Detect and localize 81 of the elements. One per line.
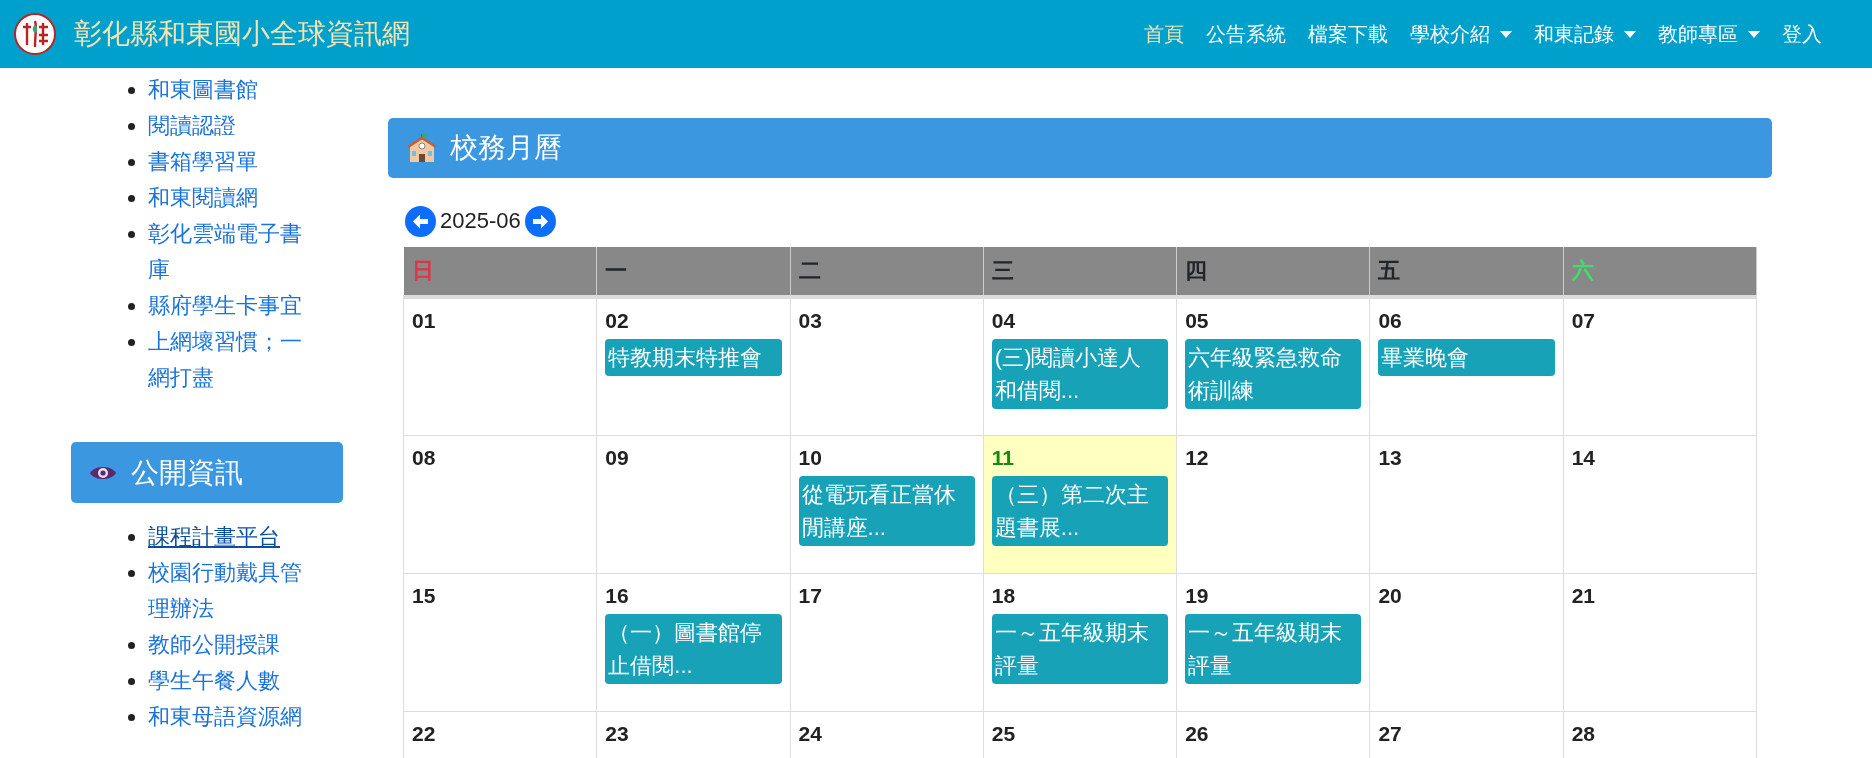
day-number: 25 <box>991 721 1017 746</box>
event-label[interactable]: （一）圖書館停止借閱... <box>605 613 782 684</box>
sidebar-link[interactable]: 縣府學生卡事宜 <box>148 288 320 324</box>
sidebar-link[interactable]: 彰化雲端電子書庫 <box>148 216 320 288</box>
bullet-icon <box>128 339 135 346</box>
day-number: 18 <box>991 583 1017 608</box>
nav-link[interactable]: 教師專區 <box>1658 20 1760 48</box>
weekday-label: 一 <box>605 258 628 283</box>
nav-link[interactable]: 和東記錄 <box>1534 20 1636 48</box>
day-number: 16 <box>605 583 630 608</box>
day-number: 03 <box>798 309 823 333</box>
day-number: 27 <box>1378 721 1403 746</box>
weekday-label: 四 <box>1185 258 1208 283</box>
event-label[interactable]: 特教期末特推會 <box>605 339 782 376</box>
day-number: 09 <box>605 445 630 470</box>
sidebar-link[interactable]: 和東圖書館 <box>148 72 320 108</box>
day-number: 21 <box>1571 583 1597 608</box>
day-number: 14 <box>1571 445 1597 470</box>
section-title: 公開資訊 <box>131 455 243 490</box>
bullet-icon <box>128 195 135 202</box>
sidebar-link[interactable]: 閱讀認證 <box>148 108 320 144</box>
nav-link[interactable]: 檔案下載 <box>1308 20 1388 48</box>
bullet-icon <box>128 714 135 721</box>
bullet-icon <box>128 570 135 577</box>
event-label[interactable]: (三)閱讀小達人和借閱... <box>991 339 1169 409</box>
day-number: 15 <box>412 583 437 608</box>
event-label[interactable]: （三）第二次主題書展... <box>991 475 1169 546</box>
day-number: 01 <box>412 309 437 333</box>
weekday-label: 日 <box>411 258 434 283</box>
event-label[interactable]: 一～五年級期末評量 <box>991 613 1169 684</box>
sidebar-link[interactable]: 和東母語資源網 <box>148 699 320 735</box>
sidebar-link[interactable]: 上網壞習慣；一網打盡 <box>148 324 320 396</box>
day-number: 22 <box>412 721 437 746</box>
bullet-icon <box>128 678 135 685</box>
day-number: 19 <box>1185 583 1210 608</box>
bullet-icon <box>128 87 135 94</box>
nav-link[interactable]: 登入 <box>1782 20 1822 48</box>
weekday-label: 三 <box>991 258 1014 283</box>
day-number: 20 <box>1378 583 1403 608</box>
school-logo <box>14 13 56 55</box>
bullet-icon <box>128 534 135 541</box>
day-number: 04 <box>991 309 1017 333</box>
bullet-icon <box>128 303 135 310</box>
sidebar-link[interactable]: 和東閱讀網 <box>148 180 320 216</box>
bullet-icon <box>128 159 135 166</box>
day-number: 13 <box>1378 445 1403 470</box>
event-label[interactable]: 六年級緊急救命術訓練 <box>1185 339 1362 409</box>
sidebar-link[interactable]: 校園行動戴具管理辦法 <box>148 555 320 627</box>
sidebar-link[interactable]: 教師公開授課 <box>148 627 320 663</box>
day-number: 28 <box>1571 721 1597 746</box>
day-number: 06 <box>1378 309 1403 333</box>
day-number: 10 <box>798 445 823 470</box>
event-label[interactable]: 從電玩看正當休閒講座... <box>798 475 975 546</box>
month-label: 2025-06 <box>440 208 521 234</box>
sidebar-link[interactable]: 書箱學習單 <box>148 144 320 180</box>
nav-link[interactable]: 學校介紹 <box>1410 20 1512 48</box>
day-number: 17 <box>798 583 823 608</box>
sidebar-link[interactable]: 課程計畫平台 <box>148 519 320 555</box>
day-number: 26 <box>1185 721 1210 746</box>
day-number: 05 <box>1185 309 1210 333</box>
day-number: 12 <box>1185 445 1210 470</box>
event-label[interactable]: 畢業晚會 <box>1378 339 1555 376</box>
school-building-icon <box>406 132 438 164</box>
weekday-label: 六 <box>1571 258 1594 283</box>
day-number: 24 <box>798 721 823 746</box>
nav-link[interactable]: 首頁 <box>1144 20 1184 48</box>
day-number: 11 <box>991 445 1016 470</box>
day-number: 08 <box>412 445 437 470</box>
day-number: 07 <box>1571 309 1597 333</box>
event-label[interactable]: 一～五年級期末評量 <box>1185 613 1362 684</box>
day-number: 23 <box>605 721 630 746</box>
nav-link[interactable]: 公告系統 <box>1206 20 1286 48</box>
bullet-icon <box>128 231 135 238</box>
site-title[interactable]: 彰化縣和東國小全球資訊網 <box>74 15 410 53</box>
weekday-label: 二 <box>798 258 821 283</box>
weekday-label: 五 <box>1378 258 1401 283</box>
bullet-icon <box>128 642 135 649</box>
section-title: 校務月曆 <box>450 131 562 165</box>
bullet-icon <box>128 123 135 130</box>
sidebar-link[interactable]: 學生午餐人數 <box>148 663 320 699</box>
day-number: 02 <box>605 309 630 333</box>
